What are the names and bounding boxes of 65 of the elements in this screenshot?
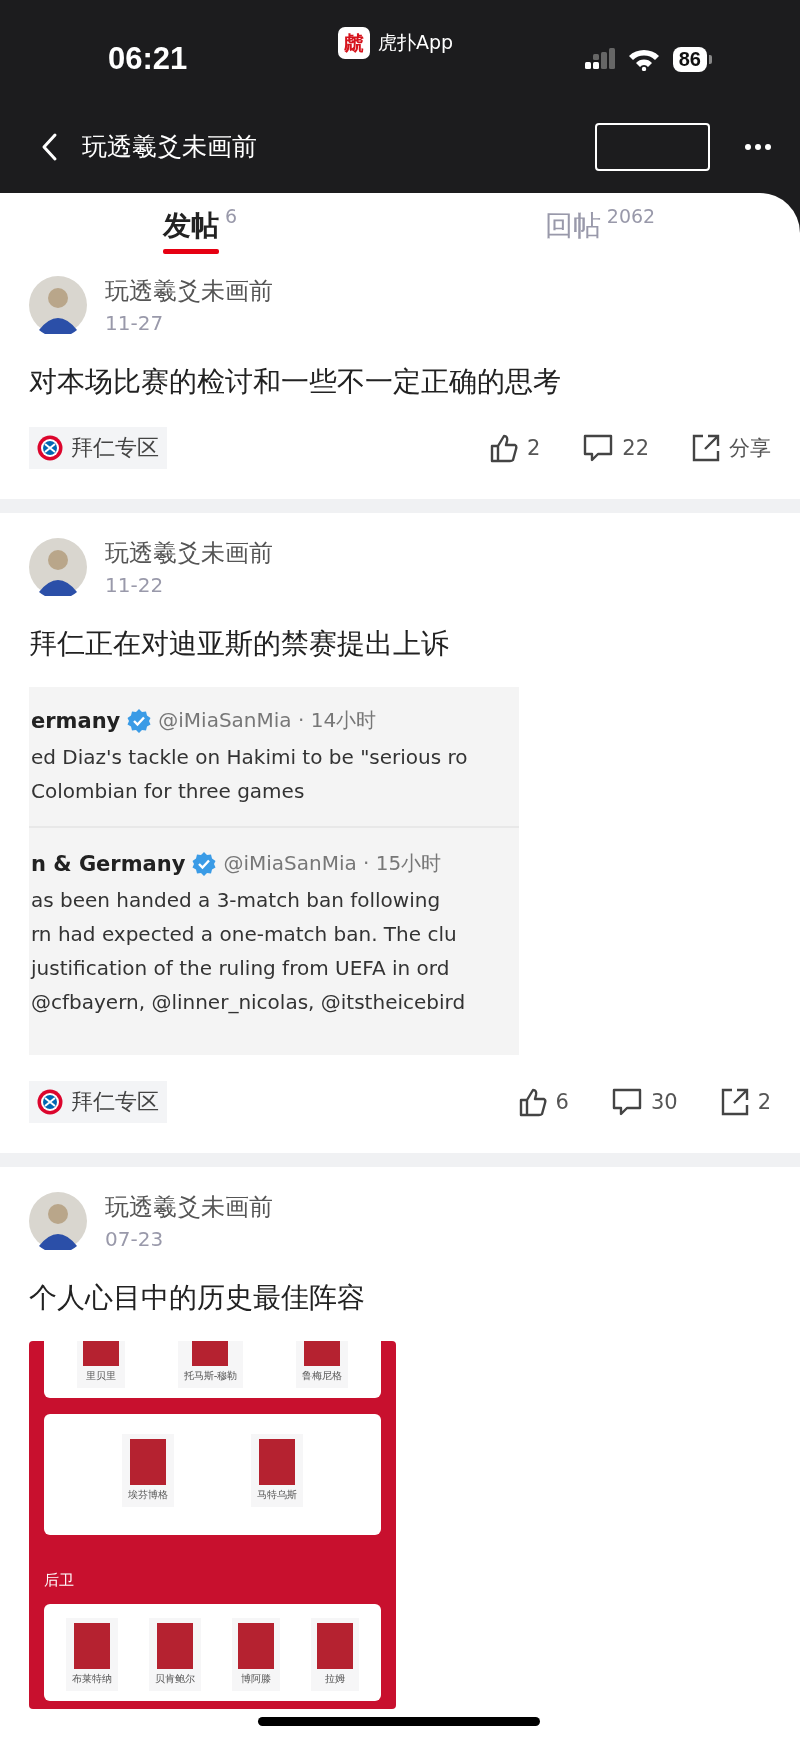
avatar[interactable] (29, 538, 87, 596)
photo-placeholder (238, 1623, 275, 1669)
app-icon: 虤 (338, 27, 370, 59)
club-crest-icon (37, 435, 63, 461)
photo-placeholder (130, 1439, 167, 1485)
comment-icon (582, 433, 615, 463)
share-button[interactable]: 分享 (691, 433, 771, 463)
like-button[interactable]: 2 (488, 433, 541, 463)
like-button[interactable]: 6 (517, 1087, 569, 1117)
tab[interactable]: 发帖 $^{6}$ (162, 203, 238, 257)
account-name: n & Germany (31, 851, 186, 876)
player-name: 拉姆 (325, 1672, 346, 1686)
avatar[interactable] (29, 276, 87, 334)
player-name: 布莱特纳 (71, 1672, 112, 1686)
share-icon (719, 1087, 750, 1117)
player-name: 博阿滕 (241, 1672, 272, 1686)
player-name: 马特乌斯 (256, 1488, 297, 1502)
thumbs-up-icon (488, 433, 519, 463)
author-name[interactable]: 玩透羲爻未画前 (105, 275, 273, 307)
account-handle: @iMiaSanMia · 15小时 (223, 850, 442, 877)
photo-placeholder (156, 1623, 193, 1669)
photo-placeholder (258, 1439, 295, 1485)
battery-level: 86 (672, 46, 707, 72)
position-label: 后卫 (44, 1571, 75, 1590)
signal-icon (584, 48, 615, 70)
forum-tag[interactable]: 拜仁专区 (29, 427, 167, 469)
post-date: 11-27 (105, 311, 165, 335)
more-icon[interactable] (744, 142, 772, 151)
player-name: 里贝里 (85, 1369, 116, 1383)
comment-icon (610, 1087, 643, 1117)
club-crest-icon (37, 1089, 63, 1115)
player-name: 贝肯鲍尔 (154, 1672, 195, 1686)
author-name[interactable]: 玩透羲爻未画前 (105, 1191, 273, 1223)
app-name: 虎扑App (378, 30, 454, 55)
avatar[interactable] (29, 1192, 87, 1250)
post-date: 11-22 (105, 573, 165, 597)
post-title[interactable]: 拜仁正在对迪亚斯的禁赛提出上诉 (29, 625, 771, 663)
player-name: 托马斯-穆勒 (183, 1369, 238, 1383)
author-name[interactable]: 玩透羲爻未画前 (105, 537, 273, 569)
comment-button[interactable]: 22 (582, 433, 649, 463)
verified-badge-icon (191, 850, 218, 877)
tweet-text: ed Diaz's tackle on Hakimi to be "serious ro (31, 744, 469, 771)
page-title: 玩透羲爻未画前 (82, 131, 257, 163)
verified-badge-icon (126, 707, 153, 734)
tweet-text: @cfbayern, @linner_nicolas, @itstheicebird (31, 989, 467, 1016)
clock-time: 06:21 (108, 41, 189, 77)
share-icon (691, 433, 721, 463)
photo-placeholder (317, 1623, 354, 1669)
player-name: 鲁梅尼格 (302, 1369, 343, 1383)
player-name: 埃芬博格 (128, 1488, 169, 1502)
post-title[interactable]: 个人心目中的历史最佳阵容 (29, 1279, 771, 1317)
thumbs-up-icon (517, 1087, 548, 1117)
tweet-text: as been handed a 3-match ban following (31, 887, 442, 914)
account-name: ermany (31, 708, 121, 733)
tweet-text: justification of the ruling from UEFA in ord (31, 955, 451, 982)
tweet-text: rn had expected a one-match ban. The clu (31, 921, 458, 948)
tweet-text: Colombian for three games (31, 778, 306, 805)
account-handle: @iMiaSanMia · 14小时 (158, 707, 377, 734)
photo-placeholder (73, 1623, 110, 1669)
comment-button[interactable]: 30 (610, 1087, 678, 1117)
forum-tag[interactable]: 拜仁专区 (29, 1081, 167, 1123)
share-button[interactable]: 2 (719, 1087, 771, 1117)
post-date: 07-23 (105, 1227, 165, 1251)
post-title[interactable]: 对本场比赛的检讨和一些不一定正确的思考 (29, 363, 771, 401)
follow-button[interactable] (595, 122, 710, 171)
